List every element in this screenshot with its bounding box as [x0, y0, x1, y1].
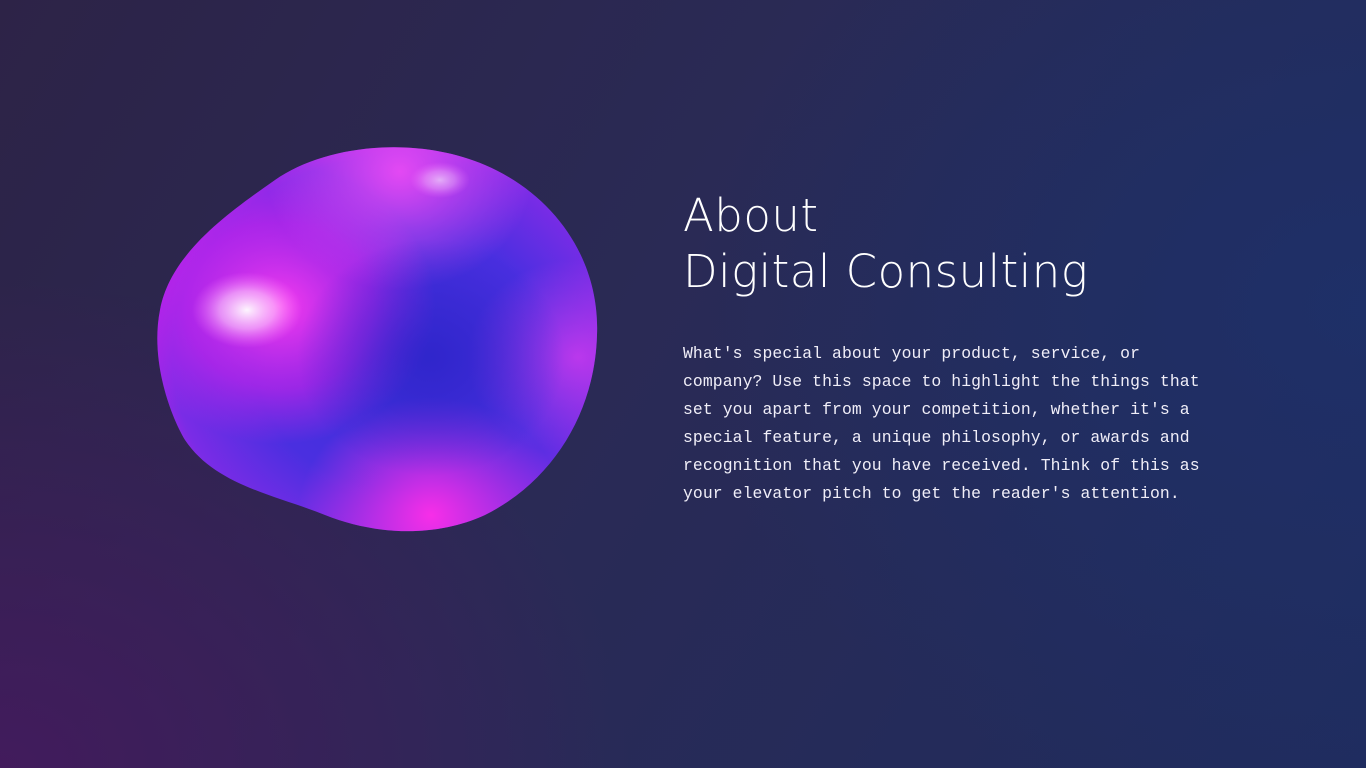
- about-section: About Digital Consulting What's special …: [0, 0, 1366, 768]
- title-line-digital-consulting: Digital Consulting: [683, 245, 1089, 298]
- iridescent-sphere-illustration: [155, 140, 600, 535]
- about-description: What's special about your product, servi…: [683, 344, 1200, 503]
- title-line-about: About: [683, 189, 819, 242]
- page-title: About Digital Consulting: [683, 188, 1088, 300]
